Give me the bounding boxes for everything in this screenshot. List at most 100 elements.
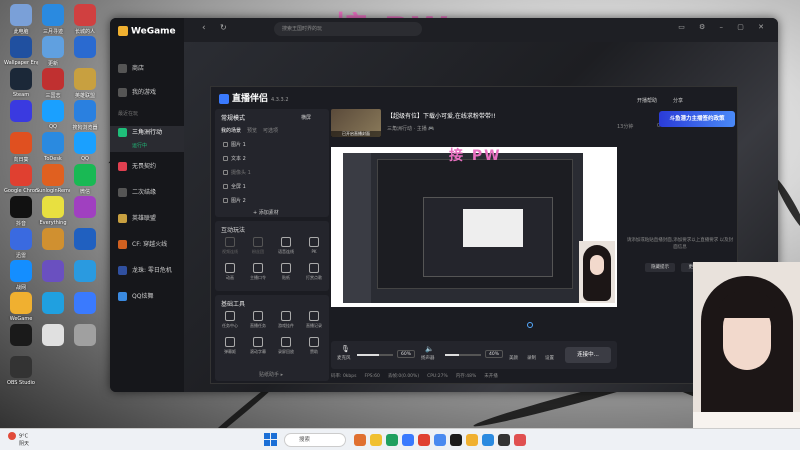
tool-button[interactable]: PK	[301, 237, 327, 254]
tool-button[interactable]: 主播口令	[245, 263, 271, 281]
desktop-icon[interactable]: 更新	[36, 36, 70, 67]
desktop-icon[interactable]: Everything	[36, 196, 70, 226]
tool-button[interactable]: 打赏点歌	[301, 263, 327, 281]
tool-button[interactable]: 动画	[217, 263, 243, 281]
desktop-icon[interactable]: 搜狗浏览器	[68, 100, 102, 131]
source-item[interactable]: 文本 2	[223, 155, 246, 162]
desktop-icon[interactable]: 迅雷	[4, 228, 38, 259]
taskbar-app-icon[interactable]	[402, 434, 414, 446]
tool-button[interactable]: 贴纸	[273, 263, 299, 281]
taskbar-app-icon[interactable]	[514, 434, 526, 446]
taskbar-app-icon[interactable]	[370, 434, 382, 446]
nav-valorant[interactable]: 无畏契约	[110, 156, 184, 178]
tool-button[interactable]: 弹幕姬	[217, 337, 243, 355]
nav-lol[interactable]: 英雄联盟	[110, 208, 184, 230]
mic-slider[interactable]	[357, 354, 393, 356]
tool-button[interactable]: 直播记录	[301, 311, 327, 329]
desktop-icon[interactable]: ToDesk	[36, 132, 70, 162]
desktop-icon[interactable]: SunloginRemote	[36, 164, 70, 194]
weather-widget[interactable]: 9°C 阴天	[8, 432, 29, 448]
desktop-icon[interactable]: Wallpaper Engine	[4, 36, 38, 66]
desktop-icon[interactable]	[68, 196, 102, 220]
desktop-icon[interactable]: 英雄联盟	[68, 68, 102, 99]
desktop-icon[interactable]: WeGame	[4, 292, 38, 322]
desktop-icon[interactable]	[68, 292, 102, 316]
nav-dragonball[interactable]: 龙珠: 零日危机	[110, 260, 184, 282]
orientation-toggle[interactable]: 横屏	[301, 114, 311, 121]
back-icon[interactable]: ‹	[202, 23, 206, 33]
desktop-icon[interactable]	[36, 292, 70, 316]
nav-cf[interactable]: CF: 穿越火线	[110, 234, 184, 256]
tool-button[interactable]: 语音连线	[273, 237, 299, 255]
source-item[interactable]: 摄像头 1	[223, 169, 251, 176]
tab-scene[interactable]: 我的场景	[221, 127, 241, 134]
desktop-icon[interactable]	[68, 260, 102, 284]
speaker-icon[interactable]: 🔈	[425, 345, 434, 353]
desktop-icon[interactable]: 战网	[4, 260, 38, 291]
desktop-icon[interactable]: 此电脑	[4, 4, 38, 35]
taskbar-app-icon[interactable]	[466, 434, 478, 446]
taskbar-app-icon[interactable]	[482, 434, 494, 446]
room-cover[interactable]: 已开启直播封面	[331, 109, 381, 137]
source-item[interactable]: 图片 2	[223, 197, 246, 204]
desktop-icon[interactable]	[68, 36, 102, 60]
desktop-icon[interactable]: Steam	[4, 68, 38, 98]
desktop-icon[interactable]: 长城的人	[68, 4, 102, 35]
desktop-icon[interactable]: QQ	[68, 132, 102, 162]
desktop-icon[interactable]	[4, 324, 38, 348]
refresh-icon[interactable]: ↻	[220, 23, 227, 32]
more-tools-link[interactable]: 贴纸助手 ▸	[259, 371, 283, 378]
desktop-icon[interactable]: OBS Studio	[4, 356, 38, 386]
tool-button[interactable]: 任务中心	[217, 311, 243, 329]
tab-preview[interactable]: 预览	[247, 127, 257, 134]
mode-select[interactable]: 常规模式	[221, 113, 245, 122]
desktop-icon[interactable]: 向日葵	[4, 132, 38, 163]
taskbar-search[interactable]: 搜索	[284, 433, 346, 447]
wegame-search-input[interactable]: 搜索王国时界的玩	[274, 22, 422, 36]
tool-button[interactable]: 直播任务	[245, 311, 271, 329]
tool-button[interactable]: 游戏挂件	[273, 311, 299, 329]
desktop-icon[interactable]	[36, 260, 70, 284]
desktop-icon[interactable]: QQ	[36, 100, 70, 130]
desktop-icon[interactable]: 微信	[68, 164, 102, 195]
desktop-icon[interactable]	[68, 324, 102, 348]
desktop-icon[interactable]: 三月寻迹	[36, 4, 70, 35]
desktop-icon[interactable]: Google Chrome	[4, 164, 38, 194]
promo-banner[interactable]: 斗鱼潜力主播签约政策	[659, 111, 735, 127]
tool-button[interactable]: 赞助	[301, 337, 327, 355]
go-live-button[interactable]: 连接中...	[565, 347, 611, 363]
share-link[interactable]: 分享	[673, 97, 683, 104]
mic-volume[interactable]: 60%	[397, 350, 415, 358]
taskbar-app-icon[interactable]	[498, 434, 510, 446]
tool-button[interactable]: 粉丝团	[245, 237, 271, 255]
desktop-icon[interactable]	[36, 324, 70, 348]
tool-button[interactable]: 视频连线	[217, 237, 243, 255]
nav-qq-dance[interactable]: QQ炫舞	[110, 286, 184, 308]
nav-second[interactable]: 二次结缘	[110, 182, 184, 204]
hide-tip-button[interactable]: 隐藏提示	[645, 263, 675, 272]
taskbar-app-icon[interactable]	[386, 434, 398, 446]
desktop-icon[interactable]	[36, 228, 70, 252]
mic-icon[interactable]: 🎙	[341, 345, 350, 353]
taskbar-app-icon[interactable]	[354, 434, 366, 446]
nav-delta-force[interactable]: 三角洲行动 运行中	[110, 126, 184, 152]
desktop-icon[interactable]: 抖音	[4, 196, 38, 227]
desktop-icon[interactable]: 三国志	[36, 68, 70, 99]
room-title[interactable]: 【超级有位】下载小可爱,在线求粉带带!!	[387, 111, 496, 120]
source-item[interactable]: 全屏 1	[223, 183, 246, 190]
nav-my-games[interactable]: 我的游戏	[110, 82, 184, 104]
source-item[interactable]: 图片 1	[223, 141, 246, 148]
desktop-icon[interactable]	[4, 100, 38, 124]
tab-options[interactable]: 可选项	[263, 127, 278, 134]
start-help-link[interactable]: 开播帮助	[637, 97, 657, 104]
beauty-button[interactable]: 美颜	[509, 355, 518, 361]
tool-button[interactable]: 滚动字幕	[245, 337, 271, 355]
window-controls[interactable]: ▭ ⚙ – ▢ ✕	[678, 23, 770, 31]
taskbar-app-icon[interactable]	[450, 434, 462, 446]
nav-store[interactable]: 商店	[110, 58, 184, 80]
taskbar-app-icon[interactable]	[434, 434, 446, 446]
speaker-slider[interactable]	[445, 354, 481, 356]
start-button[interactable]	[264, 433, 278, 447]
taskbar-app-icon[interactable]	[418, 434, 430, 446]
add-source-button[interactable]: + 添加素材	[253, 209, 279, 216]
